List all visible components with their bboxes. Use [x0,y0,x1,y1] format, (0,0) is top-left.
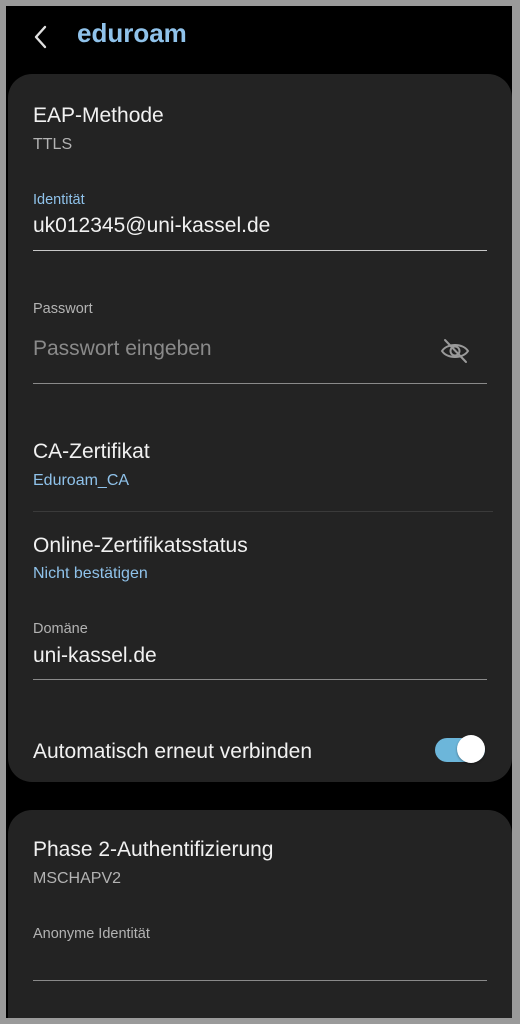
domain-field[interactable]: uni-kassel.de [33,644,157,668]
phase2-authentication-label: Phase 2-Authentifizierung [33,838,274,861]
auto-reconnect-label: Automatisch erneut verbinden [33,740,312,763]
online-certificate-status-value: Nicht bestätigen [33,565,148,582]
eap-method-value: TTLS [33,136,73,153]
password-label: Passwort [33,301,93,317]
toggle-knob [457,735,485,763]
password-field[interactable]: Passwort eingeben [33,337,212,361]
anonymous-identity-label: Anonyme Identität [33,926,150,942]
ca-certificate-value: Eduroam_CA [33,472,130,489]
identity-label: Identität [33,192,85,208]
online-certificate-status-label: Online-Zertifikatsstatus [33,534,248,557]
divider [33,511,493,512]
app-bar: eduroam [6,6,512,68]
domain-label: Domäne [33,621,88,637]
phase2-authentication-row[interactable]: Phase 2-Authentifizierung MSCHAPV2 [8,818,512,890]
anonymous-identity-underline [33,980,487,981]
back-button[interactable] [26,16,60,60]
eap-method-row[interactable]: EAP-Methode TTLS [8,86,512,162]
settings-card: EAP-Methode TTLS Identität uk012345@uni-… [8,74,512,782]
advanced-settings-card: Phase 2-Authentifizierung MSCHAPV2 Anony… [8,810,512,1018]
ca-certificate-row[interactable]: CA-Zertifikat Eduroam_CA [8,418,512,500]
chevron-left-icon [34,25,47,49]
page-title: eduroam [77,18,187,48]
screen: eduroam EAP-Methode TTLS Identität uk012… [6,6,512,1018]
password-underline [33,383,487,384]
toggle-password-visibility-button[interactable] [436,332,474,370]
eye-off-icon [440,339,470,363]
eap-method-label: EAP-Methode [33,104,164,127]
auto-reconnect-toggle[interactable] [435,735,485,765]
identity-underline [33,250,487,251]
anonymous-identity-field[interactable] [33,950,487,976]
online-certificate-status-row[interactable]: Online-Zertifikatsstatus Nicht bestätige… [8,514,512,590]
ca-certificate-label: CA-Zertifikat [33,440,150,463]
identity-field[interactable]: uk012345@uni-kassel.de [33,214,270,238]
domain-underline [33,679,487,680]
phase2-authentication-value: MSCHAPV2 [33,870,122,887]
